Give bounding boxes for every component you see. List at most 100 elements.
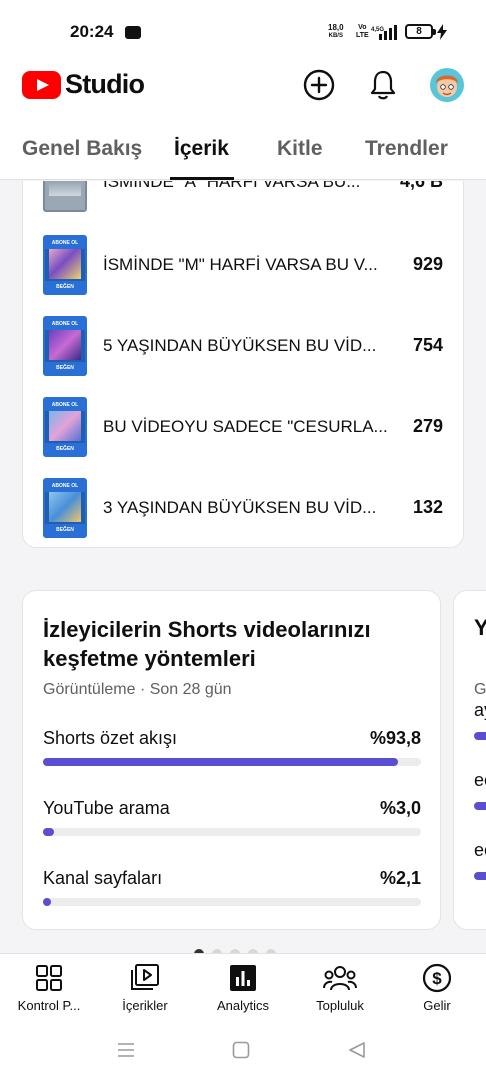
next-card-peek[interactable]: Y G ay ee ee — [453, 590, 486, 930]
thumbnail-subscribe-text: ABONE OL — [45, 399, 85, 411]
signal-icon: 4,5G — [371, 25, 401, 46]
logo-text: Studio — [65, 69, 145, 99]
video-row[interactable]: ABONE OL BEĞEN 3 YAŞINDAN BÜYÜKSEN BU Vİ… — [23, 478, 465, 538]
nav-dashboard[interactable]: Kontrol P... — [4, 962, 94, 1022]
source-label: Kanal sayfaları — [43, 868, 163, 888]
video-views: 929 — [412, 254, 443, 274]
video-row[interactable]: ABONE OL BEĞEN BU VİDEOYU SADECE "CESURL… — [23, 397, 465, 457]
youtube-play-icon — [22, 70, 61, 99]
source-label: Shorts özet akışı — [43, 728, 178, 748]
card-subtitle: Görüntüleme · Son 28 gün — [43, 681, 232, 698]
peek-bar — [474, 872, 486, 880]
video-thumbnail — [43, 181, 87, 212]
tab-trends[interactable]: Trendler — [365, 137, 448, 161]
thumbnail-like-text: BEĞEN — [45, 524, 85, 536]
thumbnail-like-text: BEĞEN — [45, 281, 85, 293]
app-header: Studio — [0, 60, 486, 120]
battery-icon: 8 — [405, 24, 436, 39]
content-scroll-area[interactable]: İSMİNDE "A" HARFİ VARSA BU... 4,6 B ABON… — [0, 181, 486, 953]
network-type-label: 4,5G — [371, 27, 384, 33]
dashboard-icon — [4, 962, 94, 994]
traffic-source-row: Kanal sayfaları %2,1 — [43, 868, 421, 908]
video-title: İSMİNDE "A" HARFİ VARSA BU... — [103, 181, 361, 191]
studio-logo[interactable]: Studio — [22, 69, 145, 100]
source-value: %93,8 — [369, 728, 421, 748]
video-title: 5 YAŞINDAN BÜYÜKSEN BU VİD... — [103, 336, 377, 355]
peek-row-label: ee — [474, 840, 486, 860]
notifications-icon — [370, 70, 396, 100]
video-thumbnail: ABONE OL BEĞEN — [43, 478, 87, 538]
peek-row-label: ee — [474, 770, 486, 790]
video-thumbnail: ABONE OL BEĞEN — [43, 235, 87, 295]
progress-track — [43, 898, 421, 906]
thumbnail-like-text: BEĞEN — [45, 443, 85, 455]
active-tab-indicator — [170, 177, 234, 180]
nav-label: Analytics — [216, 998, 270, 1013]
nav-label: Topluluk — [316, 998, 364, 1013]
home-icon[interactable] — [232, 1041, 250, 1064]
tab-bar: Genel Bakış İçerik Kitle Trendler — [0, 120, 486, 180]
traffic-source-row: Shorts özet akışı %93,8 — [43, 728, 421, 768]
video-views: 4,6 B — [399, 181, 443, 191]
volte-indicator: Vo LTE — [356, 24, 369, 40]
back-icon[interactable] — [348, 1041, 366, 1064]
top-videos-card: İSMİNDE "A" HARFİ VARSA BU... 4,6 B ABON… — [22, 181, 464, 548]
source-value: %2,1 — [379, 868, 421, 888]
nav-community[interactable]: Topluluk — [295, 962, 385, 1022]
progress-fill — [43, 898, 51, 906]
progress-fill — [43, 828, 55, 836]
network-speed-value: 18,0 — [328, 23, 344, 32]
video-row[interactable]: İSMİNDE "A" HARFİ VARSA BU... 4,6 B — [23, 181, 465, 212]
peek-title: Y — [474, 615, 486, 641]
create-button[interactable] — [302, 68, 336, 102]
nav-analytics[interactable]: Analytics — [198, 962, 288, 1022]
nav-content[interactable]: İçerikler — [100, 962, 190, 1022]
thumbnail-subscribe-text: ABONE OL — [45, 318, 85, 330]
video-title: BU VİDEOYU SADECE "CESURLA... — [103, 417, 388, 436]
notifications-button[interactable] — [366, 68, 400, 102]
svg-text:$: $ — [432, 969, 442, 988]
menu-icon[interactable] — [116, 1041, 136, 1064]
notification-app-icon — [125, 26, 141, 39]
tab-overview[interactable]: Genel Bakış — [22, 137, 142, 161]
status-time: 20:24 — [70, 22, 114, 41]
video-views: 279 — [412, 416, 443, 436]
discovery-card[interactable]: İzleyicilerin Shorts videolarınızı keşfe… — [22, 590, 441, 930]
tab-content[interactable]: İçerik — [174, 137, 229, 161]
video-title: 3 YAŞINDAN BÜYÜKSEN BU VİD... — [103, 498, 377, 517]
analytics-icon — [198, 962, 288, 994]
progress-track — [43, 828, 421, 836]
video-views: 132 — [412, 497, 443, 517]
peek-bar — [474, 802, 486, 810]
nav-label: Gelir — [423, 998, 451, 1013]
tab-audience[interactable]: Kitle — [277, 137, 323, 161]
card-title: İzleyicilerin Shorts videolarınızı keşfe… — [43, 617, 371, 671]
volte-bottom-text: LTE — [356, 32, 369, 39]
nav-label: İçerikler — [122, 998, 168, 1013]
video-title: İSMİNDE "M" HARFİ VARSA BU V... — [103, 255, 378, 274]
nav-earn[interactable]: $ Gelir — [392, 962, 482, 1022]
thumbnail-subscribe-text: ABONE OL — [45, 480, 85, 492]
peek-subtitle: G — [474, 681, 486, 698]
video-thumbnail: ABONE OL BEĞEN — [43, 397, 87, 457]
system-navigation-bar — [0, 1023, 486, 1080]
video-row[interactable]: ABONE OL BEĞEN İSMİNDE "M" HARFİ VARSA B… — [23, 235, 465, 295]
community-icon — [295, 962, 385, 994]
create-icon — [303, 69, 335, 101]
status-bar: 20:24 18,0 KB/S Vo LTE 4,5G 8 — [0, 0, 486, 60]
video-row[interactable]: ABONE OL BEĞEN 5 YAŞINDAN BÜYÜKSEN BU Vİ… — [23, 316, 465, 376]
avatar[interactable] — [430, 68, 464, 102]
network-speed: 18,0 KB/S — [328, 24, 344, 40]
peek-row-label: ay — [474, 700, 486, 720]
volte-top-text: Vo — [358, 24, 367, 31]
progress-track — [43, 758, 421, 766]
network-speed-unit: KB/S — [328, 33, 343, 39]
content-icon — [100, 962, 190, 994]
earn-icon: $ — [392, 962, 482, 994]
progress-fill — [43, 758, 398, 766]
source-value: %3,0 — [379, 798, 421, 818]
thumbnail-like-text: BEĞEN — [45, 362, 85, 374]
charging-icon — [437, 24, 447, 45]
nav-label: Kontrol P... — [17, 998, 81, 1013]
thumbnail-subscribe-text: ABONE OL — [45, 237, 85, 249]
